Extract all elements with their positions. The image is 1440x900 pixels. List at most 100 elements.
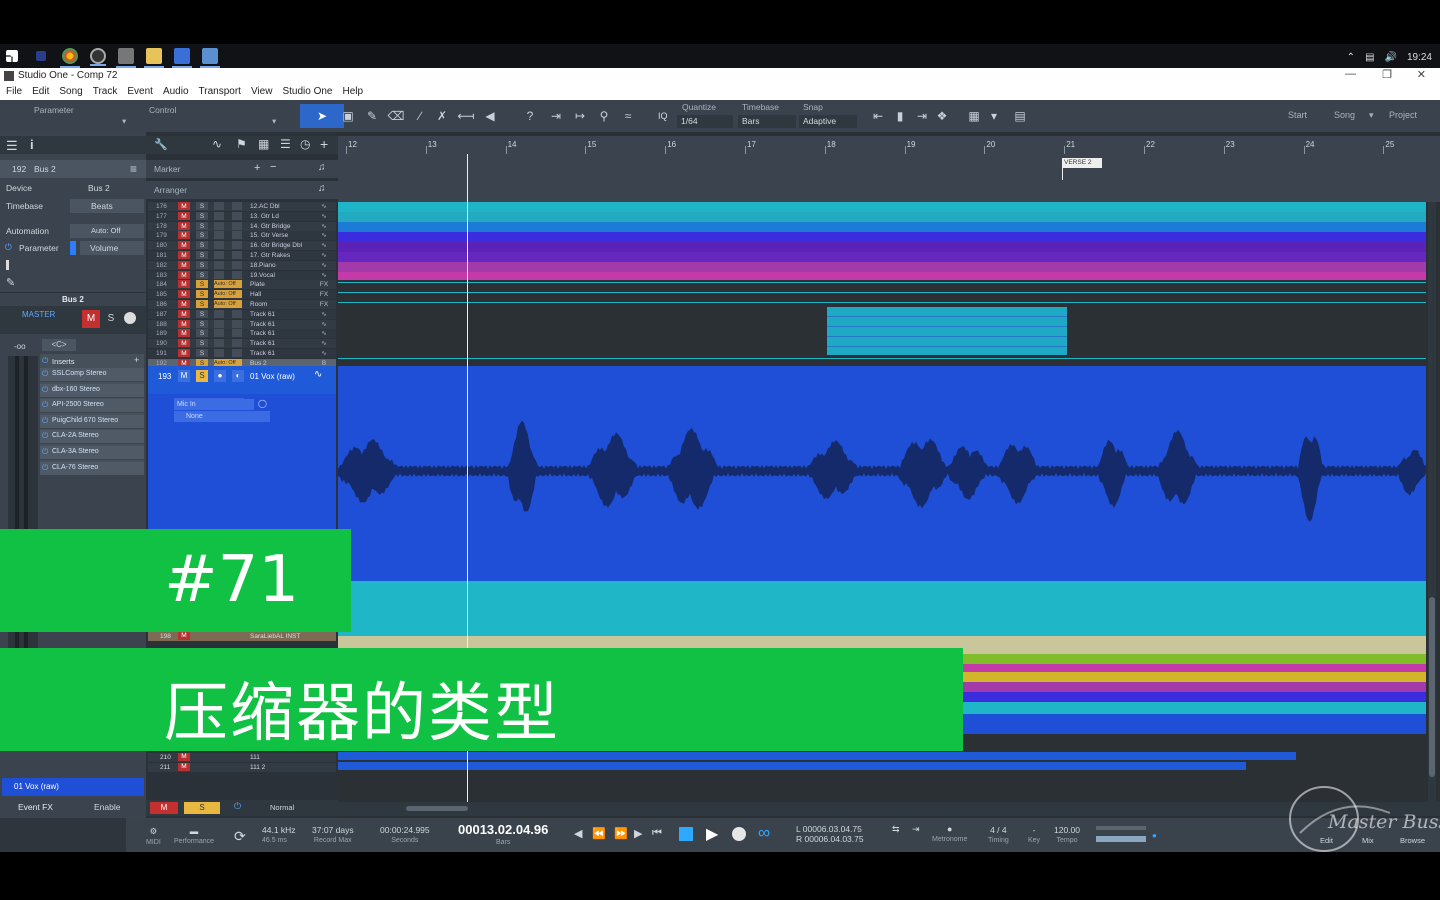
- clock[interactable]: 19:24: [1407, 52, 1432, 63]
- app-icon-7[interactable]: [200, 48, 220, 68]
- edit-icon[interactable]: ✎: [6, 276, 15, 289]
- insert-power-icon[interactable]: ⏻: [42, 431, 48, 441]
- input-monitor-icon[interactable]: ◯: [258, 399, 267, 408]
- fast-forward-icon[interactable]: ⏩: [614, 827, 628, 840]
- insert-power-icon[interactable]: ⏻: [42, 416, 48, 426]
- footer-mute[interactable]: M: [150, 802, 178, 814]
- track-name[interactable]: 14. Gtr Bridge: [250, 222, 320, 231]
- track-mute-button[interactable]: M: [178, 339, 190, 348]
- track-row-198[interactable]: 198 M SaraLiebAL INST: [148, 632, 336, 641]
- zoom-icon[interactable]: ⚲: [594, 106, 614, 126]
- track-record-icon[interactable]: [214, 319, 224, 328]
- bars-display[interactable]: 00013.02.04.96 Bars: [458, 822, 548, 846]
- insert-power-icon[interactable]: ⏻: [42, 385, 48, 395]
- pan-readout[interactable]: <C>: [42, 339, 76, 351]
- track-solo-button[interactable]: S: [196, 211, 208, 220]
- track-row[interactable]: 180 M S 16. Gtr Bridge Dbl ∿: [148, 241, 336, 251]
- yellow-event[interactable]: [938, 672, 1426, 682]
- menu-event[interactable]: Event: [127, 84, 153, 100]
- menu-file[interactable]: File: [6, 84, 22, 100]
- lane-180[interactable]: [338, 242, 1426, 252]
- help-icon[interactable]: ?: [520, 106, 540, 126]
- add-track-icon[interactable]: +: [320, 136, 328, 152]
- record-button[interactable]: [732, 827, 746, 841]
- track-mute-button[interactable]: M: [178, 309, 190, 318]
- iq-button[interactable]: IQ: [658, 111, 668, 121]
- performance-meter[interactable]: ▬ Performance: [174, 826, 214, 845]
- app-icon-3[interactable]: [90, 48, 106, 66]
- seconds-display[interactable]: 00:00:24.995 Seconds: [380, 825, 430, 844]
- solo-button[interactable]: S: [103, 310, 119, 328]
- insert-slot[interactable]: ⏻ PuigChild 670 Stereo: [40, 414, 144, 429]
- volume-icon[interactable]: 🔊: [1385, 52, 1397, 63]
- snap-dropdown[interactable]: Adaptive: [799, 115, 857, 128]
- timeline-ruler[interactable]: 12 13 14 15 16 17 18 19 20 21 22 23 24 25: [338, 136, 1440, 154]
- close-icon[interactable]: ✕: [1417, 68, 1426, 81]
- track-row[interactable]: 177 M S 13. Gtr Ld ∿: [148, 211, 336, 221]
- parameter-dropdown-icon[interactable]: ▾: [122, 116, 126, 127]
- track-record-icon[interactable]: [214, 339, 224, 348]
- track-row[interactable]: 184 M S Auto: Off Plate FX: [148, 280, 336, 290]
- teal-event-2[interactable]: [938, 702, 1426, 714]
- horizontal-scrollbar[interactable]: [338, 802, 1440, 816]
- menu-transport[interactable]: Transport: [199, 84, 241, 100]
- track-monitor-icon[interactable]: [232, 309, 242, 318]
- selected-record-icon[interactable]: ●: [214, 370, 226, 382]
- midi-indicator[interactable]: ⚙ MIDI: [146, 826, 161, 846]
- vertical-scroll-thumb[interactable]: [1429, 597, 1435, 777]
- track-solo-button[interactable]: S: [196, 202, 208, 210]
- track-211-mute[interactable]: M: [178, 763, 190, 771]
- track-solo-button[interactable]: S: [196, 290, 208, 299]
- track-mute-button[interactable]: M: [178, 251, 190, 259]
- track-name[interactable]: Bus 2: [34, 164, 56, 174]
- chevron-up-icon[interactable]: ⌃: [1347, 52, 1355, 63]
- track-solo-button[interactable]: S: [196, 300, 208, 308]
- start-button[interactable]: Start: [1288, 110, 1307, 120]
- track-name[interactable]: Track 61: [250, 329, 320, 338]
- track-record-icon[interactable]: Auto: Off: [214, 280, 242, 289]
- track-record-icon[interactable]: [214, 251, 224, 259]
- track-mute-button[interactable]: M: [178, 270, 190, 279]
- track-solo-button[interactable]: S: [196, 309, 208, 318]
- selected-track-name[interactable]: 01 Vox (raw): [250, 372, 295, 381]
- layout-dropdown-icon[interactable]: ▾: [984, 106, 1004, 126]
- track-record-icon[interactable]: Auto: Off: [214, 300, 242, 308]
- track-mute-button[interactable]: M: [178, 241, 190, 250]
- insert-slot[interactable]: ⏻ CLA-2A Stereo: [40, 430, 144, 445]
- track-name[interactable]: 13. Gtr Ld: [250, 212, 320, 221]
- track-row[interactable]: 191 M S Track 61 ∿: [148, 349, 336, 358]
- track-row-211[interactable]: 211 M 111 2: [148, 763, 336, 772]
- folder-track-icon[interactable]: ⚑: [236, 137, 247, 151]
- track-row[interactable]: 186 M S Auto: Off Room FX: [148, 300, 336, 309]
- track-monitor-icon[interactable]: [232, 329, 242, 338]
- insert-power-icon[interactable]: ⏻: [42, 447, 48, 457]
- pink-event[interactable]: [938, 664, 1426, 672]
- loop-end-icon[interactable]: ▶: [634, 827, 642, 840]
- track-name[interactable]: 18.Piano: [250, 261, 320, 270]
- track-mute-button[interactable]: M: [178, 319, 190, 328]
- track-row[interactable]: 187 M S Track 61 ∿: [148, 309, 336, 319]
- insert-slot[interactable]: ⏻ API-2500 Stereo: [40, 399, 144, 414]
- track-name[interactable]: Hall: [250, 290, 320, 299]
- arranger-options-icon[interactable]: ♫: [318, 183, 326, 194]
- mute-button[interactable]: M: [82, 310, 100, 328]
- track-211-name[interactable]: 111 2: [250, 763, 265, 772]
- play-button[interactable]: ▶: [706, 824, 718, 844]
- master-volume-slider[interactable]: [1096, 836, 1146, 842]
- restore-icon[interactable]: ❐: [1382, 68, 1392, 81]
- clock-icon[interactable]: ◷: [300, 137, 310, 151]
- track-record-icon[interactable]: Auto: Off: [214, 290, 242, 299]
- return-to-zero-icon[interactable]: ⏮: [652, 827, 662, 840]
- track-name[interactable]: Track 61: [250, 349, 320, 358]
- menu-view[interactable]: View: [251, 84, 273, 100]
- insert-slot[interactable]: ⏻ dbx-160 Stereo: [40, 383, 144, 398]
- track-name[interactable]: 19.Vocal: [250, 271, 320, 280]
- insert-slot[interactable]: ⏻ CLA-76 Stereo: [40, 461, 144, 476]
- track-mute-button[interactable]: M: [178, 300, 190, 308]
- track-mute-button[interactable]: M: [178, 221, 190, 230]
- monitor-icon[interactable]: [124, 312, 136, 324]
- volume-readout[interactable]: -oo: [14, 342, 26, 351]
- track-record-icon[interactable]: [214, 231, 224, 240]
- teal-events-lower[interactable]: [338, 581, 1426, 636]
- input-dropdown[interactable]: Mic In: [174, 399, 254, 410]
